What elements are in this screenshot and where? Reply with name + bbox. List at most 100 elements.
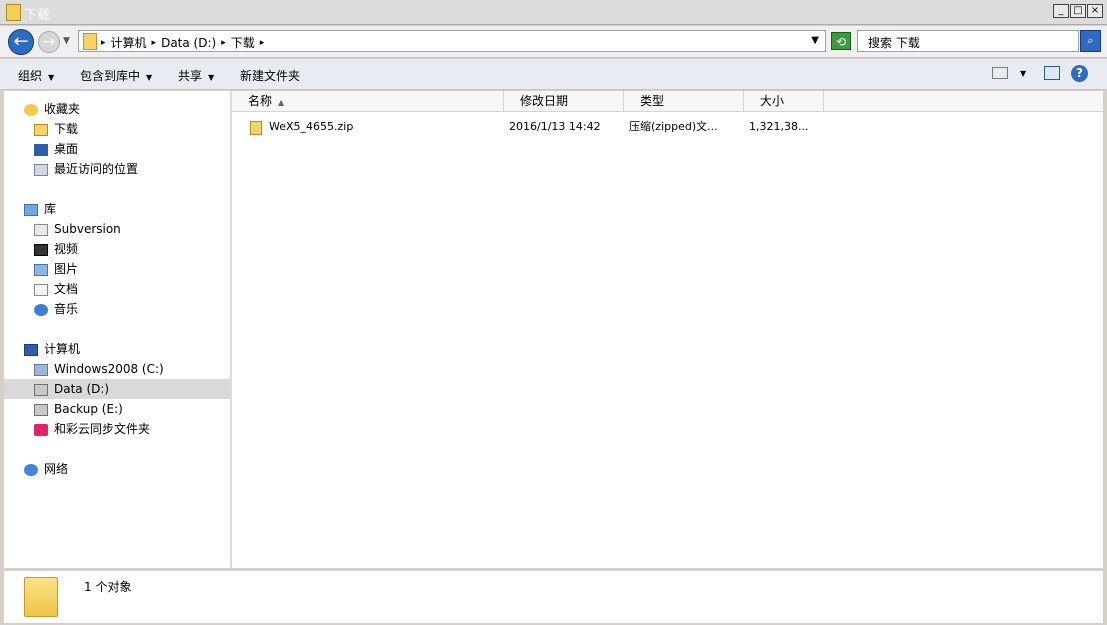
folder-icon xyxy=(34,123,48,136)
minimize-button[interactable]: _ xyxy=(1053,4,1069,18)
computer-icon xyxy=(24,343,38,356)
column-name[interactable]: 名称 ▲ xyxy=(232,91,504,111)
document-library-icon xyxy=(34,223,48,236)
back-button[interactable]: ← xyxy=(8,29,34,55)
nav-favorites[interactable]: 收藏夹 xyxy=(24,99,80,119)
help-icon[interactable]: ? xyxy=(1071,65,1088,82)
pictures-icon xyxy=(34,263,48,276)
nav-music-label: 音乐 xyxy=(54,302,79,316)
file-type: 压缩(zipped)文... xyxy=(629,120,718,133)
nav-pictures-label: 图片 xyxy=(54,262,79,276)
nav-drive-c[interactable]: Windows2008 (C:) xyxy=(34,359,164,379)
navigation-pane: 收藏夹 下载 桌面 最近访问的位置 库 Subversion 视频 图片 文档 … xyxy=(4,91,232,568)
item-count: 1 个对象 xyxy=(84,580,132,594)
address-bar[interactable]: ▸ 计算机 ▸ Data (D:) ▸ 下载 ▸ ▼ xyxy=(78,30,826,52)
nav-desktop-label: 桌面 xyxy=(54,142,79,156)
nav-desktop[interactable]: 桌面 xyxy=(34,139,78,159)
chevron-icon[interactable]: ▸ xyxy=(152,38,157,48)
chevron-icon[interactable]: ▸ xyxy=(221,38,226,48)
drive-icon xyxy=(34,363,48,376)
nav-documents[interactable]: 文档 xyxy=(34,279,78,299)
library-icon xyxy=(24,203,38,216)
include-library-label: 包含到库中 xyxy=(80,69,141,83)
address-dropdown[interactable]: ▼ xyxy=(811,35,819,46)
title-bar: 下载 _ □ × xyxy=(0,0,1107,25)
file-modified: 2016/1/13 14:42 xyxy=(509,120,601,133)
star-icon xyxy=(24,103,38,116)
nav-downloads[interactable]: 下载 xyxy=(34,119,78,139)
back-arrow-icon: ← xyxy=(13,31,29,52)
network-icon xyxy=(24,463,38,476)
drive-icon xyxy=(34,383,48,396)
nav-subversion-label: Subversion xyxy=(54,222,121,236)
share-menu[interactable]: 共享 ▼ xyxy=(178,67,214,84)
column-name-label: 名称 xyxy=(248,94,273,108)
music-icon xyxy=(34,303,48,316)
nav-computer-label: 计算机 xyxy=(44,342,81,356)
history-dropdown[interactable]: ▼ xyxy=(63,36,70,46)
nav-downloads-label: 下载 xyxy=(54,122,79,136)
column-type[interactable]: 类型 xyxy=(624,91,744,111)
nav-network-label: 网络 xyxy=(44,462,69,476)
address-row: ← → ▼ ▸ 计算机 ▸ Data (D:) ▸ 下载 ▸ ▼ ⟲ 搜索 下载… xyxy=(0,26,1107,58)
nav-subversion[interactable]: Subversion xyxy=(34,219,121,239)
chevron-icon[interactable]: ▸ xyxy=(101,38,106,48)
new-folder-button[interactable]: 新建文件夹 xyxy=(240,67,300,84)
view-options-icon[interactable] xyxy=(992,67,1008,79)
forward-button[interactable]: → xyxy=(38,31,60,53)
breadcrumb-downloads[interactable]: 下载 xyxy=(231,34,255,51)
details-pane: 1 个对象 xyxy=(4,570,1103,623)
nav-caiyun-sync-label: 和彩云同步文件夹 xyxy=(54,422,151,436)
nav-favorites-label: 收藏夹 xyxy=(44,102,81,116)
caret-down-icon: ▼ xyxy=(48,73,55,82)
nav-caiyun-sync[interactable]: 和彩云同步文件夹 xyxy=(34,419,150,439)
breadcrumb-computer[interactable]: 计算机 xyxy=(111,34,147,51)
preview-pane-icon[interactable] xyxy=(1044,66,1060,80)
close-button[interactable]: × xyxy=(1087,4,1103,18)
organize-label: 组织 xyxy=(18,69,43,83)
refresh-button[interactable]: ⟲ xyxy=(831,32,851,50)
nav-pictures[interactable]: 图片 xyxy=(34,259,78,279)
nav-music[interactable]: 音乐 xyxy=(34,299,78,319)
organize-menu[interactable]: 组织 ▼ xyxy=(18,67,54,84)
folder-icon xyxy=(6,4,21,21)
zip-file-icon xyxy=(250,121,262,135)
file-name: WeX5_4655.zip xyxy=(269,120,354,133)
column-header-row: 名称 ▲ 修改日期 类型 大小 xyxy=(232,91,1103,112)
chevron-icon[interactable]: ▸ xyxy=(260,38,265,48)
nav-computer[interactable]: 计算机 xyxy=(24,339,80,359)
search-input[interactable]: 搜索 下载 xyxy=(857,30,1079,52)
search-button[interactable]: ⌕ xyxy=(1080,30,1101,52)
caret-down-icon: ▼ xyxy=(146,73,153,82)
file-list: 名称 ▲ 修改日期 类型 大小 WeX5_4655.zip 2016/1/13 1… xyxy=(232,91,1103,568)
folder-icon xyxy=(83,33,97,50)
search-icon: ⌕ xyxy=(1087,34,1094,47)
table-row[interactable]: WeX5_4655.zip 2016/1/13 14:42 压缩(zipped)… xyxy=(232,117,1103,137)
breadcrumb-data-d[interactable]: Data (D:) xyxy=(161,36,216,50)
documents-icon xyxy=(34,283,48,296)
include-library-menu[interactable]: 包含到库中 ▼ xyxy=(80,67,152,84)
nav-drive-e-label: Backup (E:) xyxy=(54,402,123,416)
nav-drive-d-label: Data (D:) xyxy=(54,382,110,396)
nav-network[interactable]: 网络 xyxy=(24,459,68,479)
forward-arrow-icon: → xyxy=(43,34,55,50)
maximize-button[interactable]: □ xyxy=(1070,4,1086,18)
nav-drive-e[interactable]: Backup (E:) xyxy=(34,399,123,419)
cloud-sync-icon xyxy=(34,423,48,436)
command-toolbar: 组织 ▼ 包含到库中 ▼ 共享 ▼ 新建文件夹 ▼ ? xyxy=(0,59,1107,90)
nav-libraries[interactable]: 库 xyxy=(24,199,56,219)
column-size[interactable]: 大小 xyxy=(744,91,824,111)
window-title: 下载 xyxy=(24,8,51,23)
nav-libraries-label: 库 xyxy=(44,202,57,216)
nav-drive-c-label: Windows2008 (C:) xyxy=(54,362,164,376)
folder-icon xyxy=(24,577,58,617)
recent-places-icon xyxy=(34,163,48,176)
nav-recent[interactable]: 最近访问的位置 xyxy=(34,159,138,179)
caret-down-icon[interactable]: ▼ xyxy=(1020,69,1026,78)
nav-videos[interactable]: 视频 xyxy=(34,239,78,259)
column-modified[interactable]: 修改日期 xyxy=(504,91,624,111)
desktop-icon xyxy=(34,143,48,156)
nav-drive-d[interactable]: Data (D:) xyxy=(4,379,230,399)
share-label: 共享 xyxy=(178,69,203,83)
video-icon xyxy=(34,243,48,256)
